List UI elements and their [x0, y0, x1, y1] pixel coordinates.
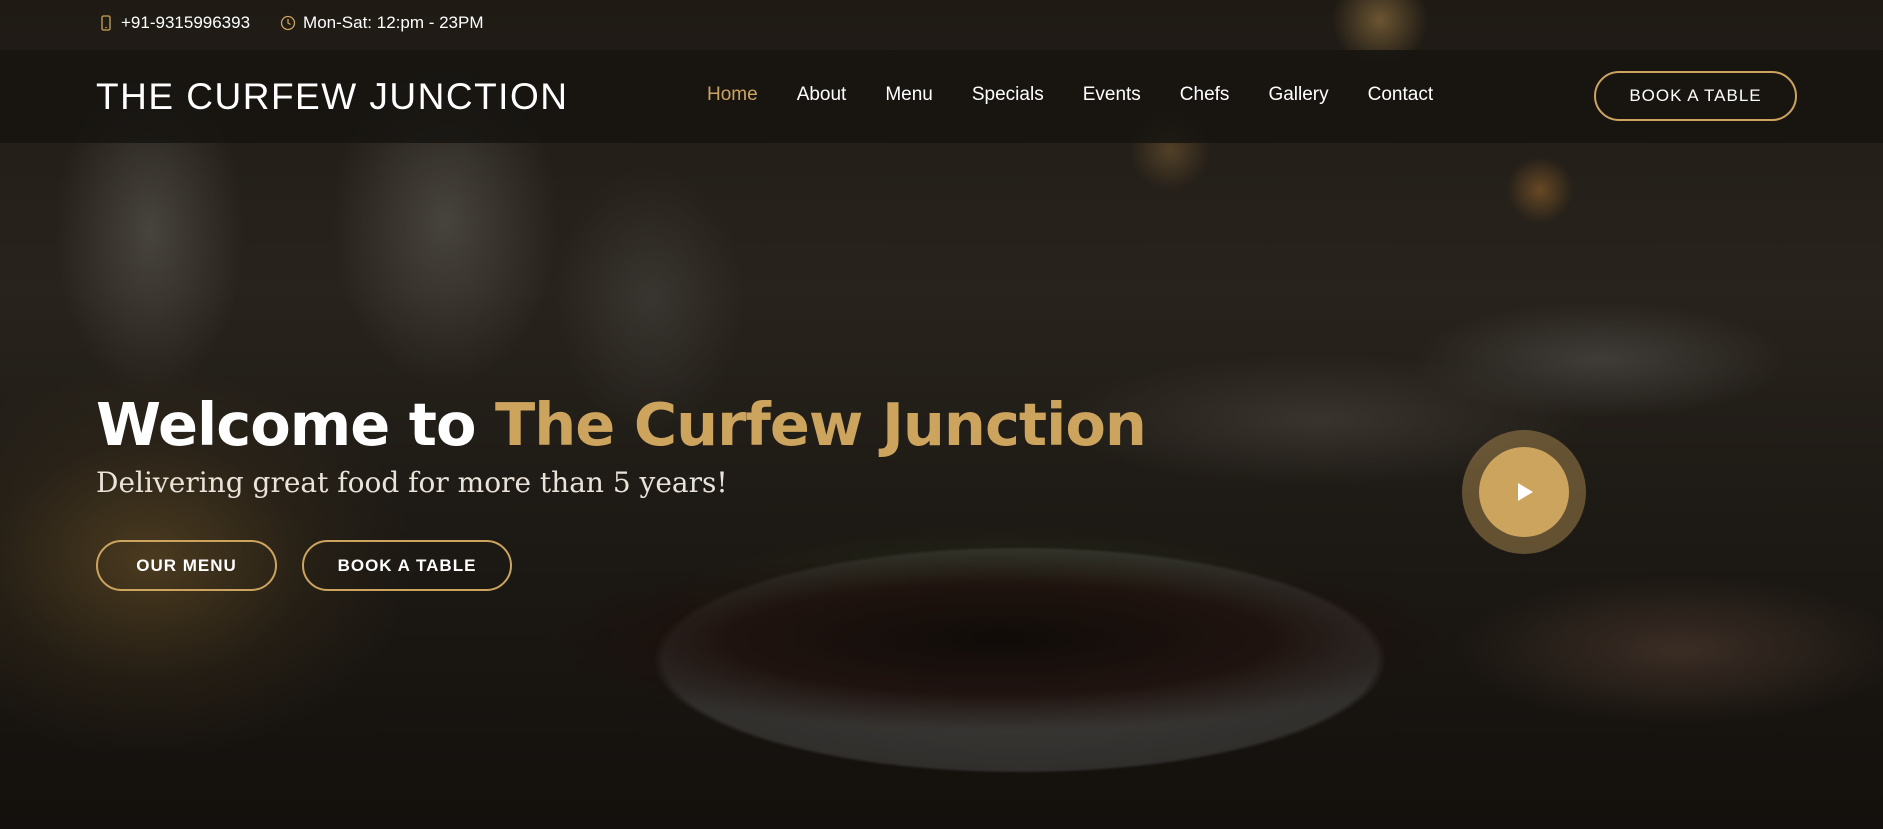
topbar-phone-text: +91-9315996393	[121, 13, 251, 32]
hero-title-accent: The Curfew Junction	[495, 390, 1147, 459]
main-nav: Home About Menu Specials Events Chefs Ga…	[707, 84, 1472, 106]
our-menu-button[interactable]: OUR MENU	[96, 540, 277, 591]
nav-item-gallery[interactable]: Gallery	[1268, 84, 1328, 106]
nav-item-home[interactable]: Home	[707, 84, 758, 106]
nav-item-specials[interactable]: Specials	[972, 84, 1044, 106]
mobile-phone-icon	[101, 15, 111, 31]
nav-item-events[interactable]: Events	[1083, 84, 1141, 106]
play-video-button[interactable]	[1462, 430, 1586, 554]
topbar-phone: +91-9315996393	[98, 13, 250, 33]
topbar: +91-9315996393 Mon-Sat: 12:pm - 23PM	[0, 0, 1883, 46]
play-button-core	[1479, 447, 1569, 537]
hero-title: Welcome to The Curfew Junction	[96, 390, 1147, 459]
site-logo[interactable]: THE CURFEW JUNCTION	[96, 76, 568, 118]
play-icon	[1518, 483, 1533, 501]
nav-item-menu[interactable]: Menu	[885, 84, 933, 106]
book-a-table-button[interactable]: BOOK A TABLE	[302, 540, 512, 591]
hero-subtitle: Delivering great food for more than 5 ye…	[96, 466, 728, 499]
nav-item-contact[interactable]: Contact	[1368, 84, 1433, 106]
clock-icon	[280, 15, 296, 31]
book-a-table-header-button[interactable]: BOOK A TABLE	[1594, 71, 1797, 121]
topbar-hours: Mon-Sat: 12:pm - 23PM	[280, 13, 484, 33]
topbar-hours-text: Mon-Sat: 12:pm - 23PM	[303, 13, 484, 32]
site-header: THE CURFEW JUNCTION Home About Menu Spec…	[0, 50, 1883, 143]
nav-item-chefs[interactable]: Chefs	[1180, 84, 1230, 106]
nav-item-about[interactable]: About	[797, 84, 847, 106]
hero-title-prefix: Welcome to	[96, 390, 476, 459]
